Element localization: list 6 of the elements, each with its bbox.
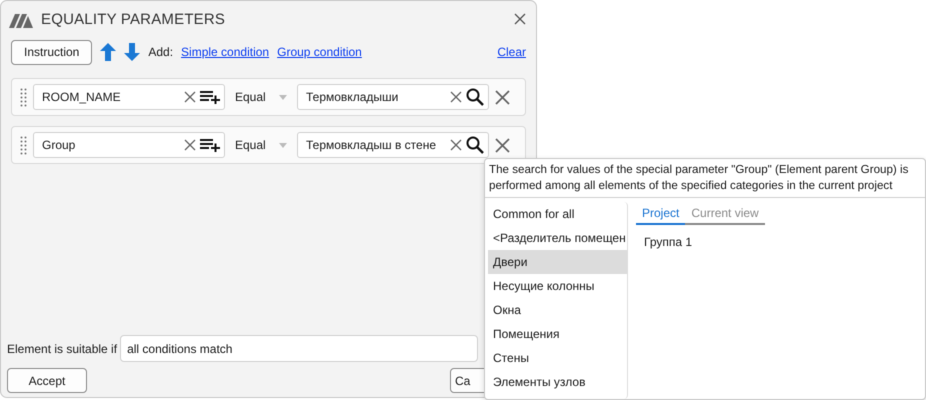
popup-description: The search for values of the special parameter "Group" (Element parent Group) is performed among all elements of the specified categories in the current project xyxy=(485,159,925,198)
condition-label: Element is suitable if xyxy=(7,342,118,356)
window-title: EQUALITY PARAMETERS xyxy=(41,10,226,28)
add-label: Add: xyxy=(148,45,174,59)
operator-text: Equal xyxy=(235,90,266,104)
operator-text: Equal xyxy=(235,138,266,152)
